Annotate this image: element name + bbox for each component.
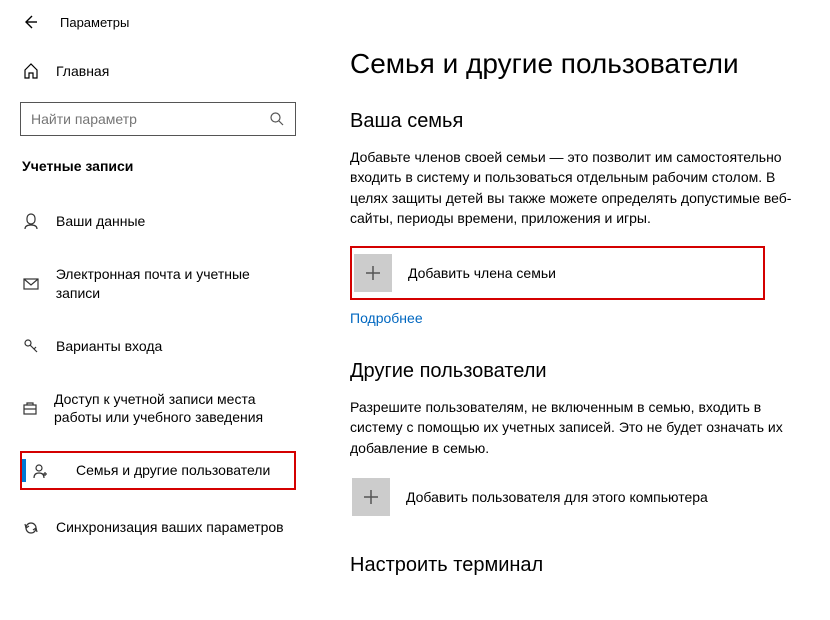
nav-label: Доступ к учетной записи места работы или… [54, 390, 294, 428]
home-nav[interactable]: Главная [20, 58, 296, 84]
people-add-icon [32, 463, 50, 479]
nav-label: Ваши данные [56, 212, 145, 231]
key-icon [22, 338, 40, 354]
home-icon [22, 62, 40, 80]
nav-label: Синхронизация ваших параметров [56, 518, 284, 537]
person-icon [22, 213, 40, 229]
plus-icon [352, 478, 390, 516]
search-input[interactable] [31, 111, 269, 127]
family-description: Добавьте членов своей семьи — это позвол… [350, 147, 800, 228]
add-family-member-button[interactable]: Добавить члена семьи [350, 246, 765, 300]
nav-signin-options[interactable]: Варианты входа [20, 327, 296, 366]
sync-icon [22, 520, 40, 536]
nav-label: Семья и другие пользователи [76, 461, 270, 480]
nav-email-accounts[interactable]: Электронная почта и учетные записи [20, 255, 296, 313]
add-family-label: Добавить члена семьи [408, 265, 556, 281]
family-heading: Ваша семья [350, 110, 800, 133]
page-title: Семья и другие пользователи [350, 48, 800, 80]
nav-sync-settings[interactable]: Синхронизация ваших параметров [20, 508, 296, 547]
nav-work-school[interactable]: Доступ к учетной записи места работы или… [20, 380, 296, 438]
learn-more-link[interactable]: Подробнее [350, 310, 423, 326]
mail-icon [22, 276, 40, 292]
terminal-heading: Настроить терминал [350, 554, 800, 577]
add-other-user-button[interactable]: Добавить пользователя для этого компьюте… [350, 476, 765, 518]
nav-your-data[interactable]: Ваши данные [20, 202, 296, 241]
nav-family-users[interactable]: Семья и другие пользователи [20, 451, 296, 490]
nav-label: Электронная почта и учетные записи [56, 265, 294, 303]
nav-label: Варианты входа [56, 337, 162, 356]
section-header: Учетные записи [20, 158, 296, 174]
add-other-user-label: Добавить пользователя для этого компьюте… [406, 489, 708, 505]
briefcase-icon [22, 400, 38, 416]
search-input-container[interactable] [20, 102, 296, 136]
plus-icon [354, 254, 392, 292]
others-heading: Другие пользователи [350, 360, 800, 383]
back-button[interactable] [22, 14, 38, 30]
home-label: Главная [56, 63, 109, 79]
window-title: Параметры [60, 15, 129, 30]
search-icon [269, 111, 285, 127]
others-description: Разрешите пользователям, не включенным в… [350, 397, 800, 458]
